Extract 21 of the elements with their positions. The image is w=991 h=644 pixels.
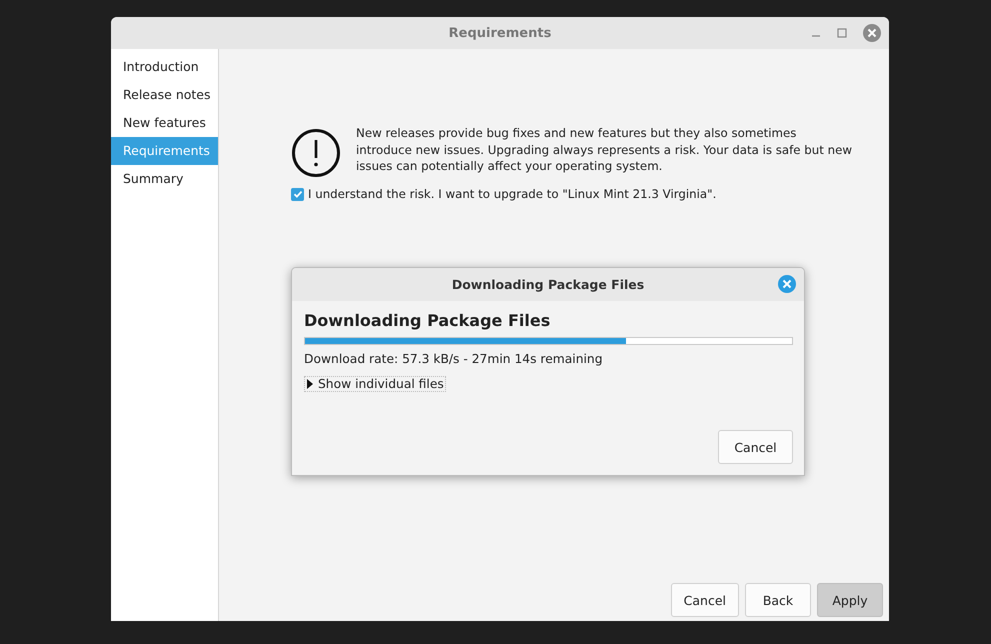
- maximize-icon[interactable]: [837, 28, 847, 38]
- dialog-title: Downloading Package Files: [452, 277, 644, 292]
- dialog-heading: Downloading Package Files: [304, 311, 552, 330]
- consent-label: I understand the risk. I want to upgrade to "Linux Mint 21.3 Virginia".: [308, 187, 716, 201]
- cancel-button[interactable]: Cancel: [718, 430, 793, 464]
- close-icon[interactable]: [863, 24, 881, 42]
- dialog-button[interactable]: Cancel: [670, 583, 739, 617]
- sidebar-item[interactable]: Release notes: [111, 81, 218, 109]
- consent-checkbox[interactable]: [291, 188, 304, 200]
- expander-triangle-icon: [306, 379, 314, 389]
- exclamation-icon: [291, 128, 341, 178]
- download-status: Download rate: 57.3 kB/s - 27min 14s remaining: [304, 352, 604, 366]
- apply-button[interactable]: Apply: [817, 583, 883, 617]
- sidebar-item[interactable]: New features: [111, 109, 218, 137]
- sidebar-item[interactable]: Summary: [111, 165, 218, 193]
- dialog-button[interactable]: Back: [745, 583, 811, 617]
- close-icon[interactable]: [778, 275, 796, 293]
- files-expander[interactable]: Show individual files: [304, 376, 446, 392]
- sidebar-item[interactable]: Introduction: [111, 53, 218, 81]
- warning-text: New releases provide bug fixes and new features but they also sometimes introduce new issues. Upgrading always represents a risk. Your data is safe but new issues can potentially affect your operating system.: [356, 125, 854, 174]
- window-title: Requirements: [448, 26, 552, 40]
